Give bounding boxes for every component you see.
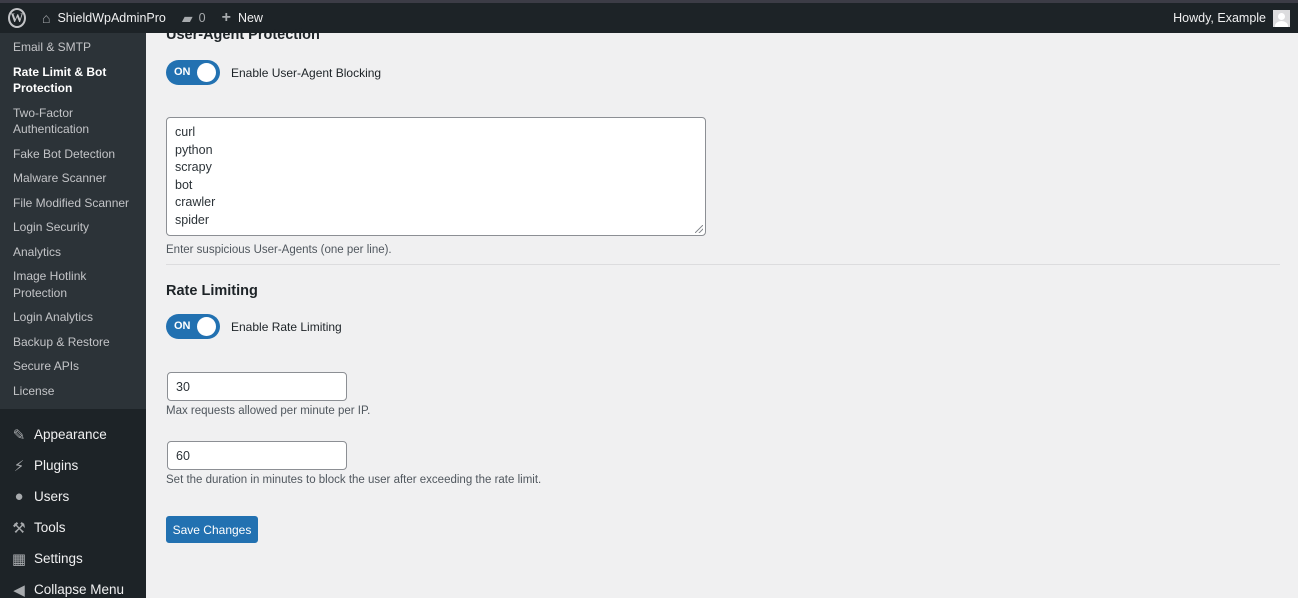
submenu-item[interactable]: Image Hotlink Protection xyxy=(0,264,146,305)
admin-menu: ✎ Appearance ⚡ Plugins ● Users ⚒ Tools ▦ Settings… xyxy=(0,419,146,598)
max-requests-input[interactable]: 30 xyxy=(167,372,347,401)
ua-blocking-toggle[interactable]: ON xyxy=(166,60,220,85)
submenu-item[interactable]: Login Security xyxy=(0,215,146,240)
submenu-item[interactable]: Two-Factor Authentication xyxy=(0,101,146,142)
menu-item-collapse-menu[interactable]: ◀ Collapse Menu xyxy=(0,574,146,598)
settings-icon: ▦ xyxy=(11,550,27,568)
rate-toggle-label: Enable Rate Limiting xyxy=(231,319,342,334)
menu-item-label: Settings xyxy=(34,551,83,566)
ua-toggle-row: ON Enable User-Agent Blocking xyxy=(166,60,381,85)
save-changes-button[interactable]: Save Changes xyxy=(166,516,258,543)
section-divider xyxy=(166,264,1280,265)
user-agent-line: python xyxy=(175,142,213,157)
wordpress-logo-icon: W xyxy=(8,8,26,28)
plus-icon: + xyxy=(221,9,231,26)
comment-icon: ▰ xyxy=(181,9,193,26)
user-agent-line: curl xyxy=(175,125,196,139)
comments-count: 0 xyxy=(198,11,206,25)
menu-item-tools[interactable]: ⚒ Tools xyxy=(0,512,146,543)
collapse-icon: ◀ xyxy=(13,581,25,598)
paintbrush-icon: ✎ xyxy=(12,426,26,444)
submenu-item[interactable]: Login Analytics xyxy=(0,305,146,330)
ua-toggle-label: Enable User-Agent Blocking xyxy=(231,65,382,80)
menu-item-users[interactable]: ● Users xyxy=(0,481,146,512)
plugin-submenu: Email & SMTP Rate Limit & Bot Protection T… xyxy=(0,33,146,409)
menu-item-settings[interactable]: ▦ Settings xyxy=(0,543,146,574)
rate-section-title: Rate Limiting xyxy=(166,283,258,299)
menu-item-appearance[interactable]: ✎ Appearance xyxy=(0,419,146,450)
plug-icon: ⚡ xyxy=(13,457,25,475)
submenu-item[interactable]: File Modified Scanner xyxy=(0,191,146,216)
menu-item-plugins[interactable]: ⚡ Plugins xyxy=(0,450,146,481)
menu-item-label: Collapse Menu xyxy=(34,582,125,597)
ua-description: Enter suspicious User-Agents (one per li… xyxy=(166,244,392,256)
user-agent-line: spider xyxy=(175,212,210,227)
user-agent-line: crawler xyxy=(175,195,216,210)
site-name: ShieldWpAdminPro xyxy=(57,11,166,25)
home-icon: ⌂ xyxy=(42,10,51,26)
main-content: User-Agent Protection ON Enable User-Age… xyxy=(146,27,1298,598)
rate-limiting-toggle[interactable]: ON xyxy=(166,314,220,339)
user-agents-textarea[interactable]: curl python scrapy bot crawler spider xyxy=(166,117,706,236)
new-label: New xyxy=(237,11,263,25)
user-icon: ● xyxy=(14,488,24,505)
wrench-icon: ⚒ xyxy=(12,519,26,537)
toggle-knob xyxy=(197,63,216,82)
toggle-state-label: ON xyxy=(174,320,191,332)
menu-item-label: Tools xyxy=(34,520,66,535)
toggle-knob xyxy=(197,317,216,336)
my-account-link[interactable]: Howdy, Example xyxy=(1165,3,1298,33)
user-agent-line: bot xyxy=(175,177,193,192)
submenu-item[interactable]: License xyxy=(0,379,146,404)
block-duration-input[interactable]: 60 xyxy=(167,441,347,470)
menu-item-label: Users xyxy=(34,489,70,504)
submenu-item[interactable]: Backup & Restore xyxy=(0,330,146,355)
submenu-item[interactable]: Email & SMTP xyxy=(0,35,146,60)
ua-section-title: User-Agent Protection xyxy=(166,27,320,43)
rate-toggle-row: ON Enable Rate Limiting xyxy=(166,314,342,339)
admin-sidebar: Email & SMTP Rate Limit & Bot Protection T… xyxy=(0,33,146,598)
block-duration-description: Set the duration in minutes to block the… xyxy=(166,474,542,486)
toggle-state-label: ON xyxy=(174,66,191,78)
avatar xyxy=(1273,9,1290,27)
site-name-link[interactable]: ⌂ ShieldWpAdminPro xyxy=(34,3,174,33)
max-requests-description: Max requests allowed per minute per IP. xyxy=(166,405,371,417)
submenu-item[interactable]: Rate Limit & Bot Protection xyxy=(0,60,146,101)
resize-handle-icon[interactable] xyxy=(695,225,703,233)
submenu-item[interactable]: Analytics xyxy=(0,240,146,265)
wordpress-logo-button[interactable]: W xyxy=(0,3,34,33)
howdy-text: Howdy, Example xyxy=(1173,11,1266,25)
menu-item-label: Appearance xyxy=(34,427,107,442)
submenu-item[interactable]: Fake Bot Detection xyxy=(0,142,146,167)
user-agents-list: curl python scrapy bot crawler spider xyxy=(175,124,697,230)
submenu-item[interactable]: Secure APIs xyxy=(0,354,146,379)
user-agent-line: scrapy xyxy=(175,160,212,175)
submenu-item[interactable]: Malware Scanner xyxy=(0,166,146,191)
menu-item-label: Plugins xyxy=(34,458,79,473)
